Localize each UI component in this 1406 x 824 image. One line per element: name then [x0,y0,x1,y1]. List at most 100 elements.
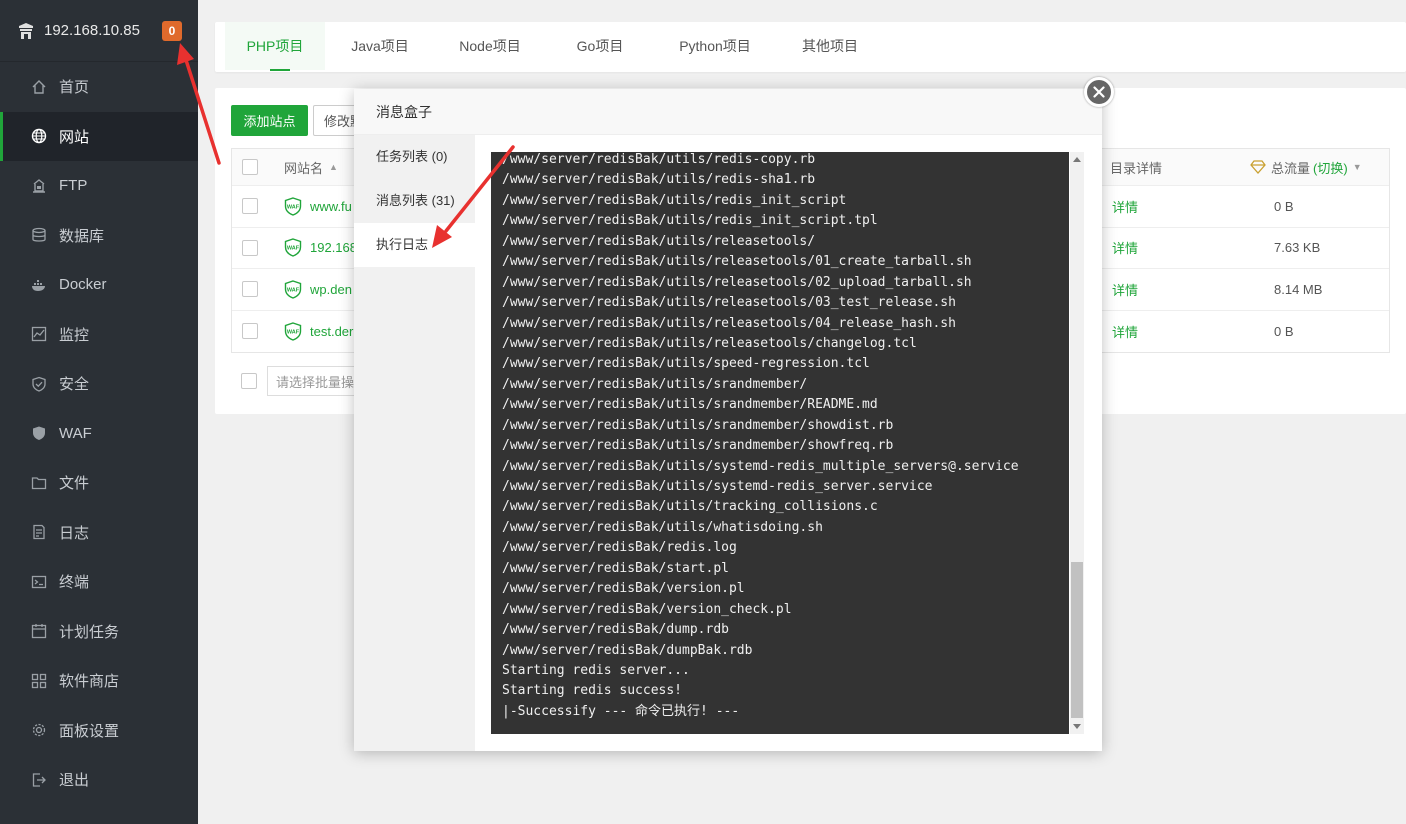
directory-detail-link[interactable]: 详情 [1112,280,1138,299]
server-ip[interactable]: 192.168.10.85 [44,22,140,39]
site-name: test.der [310,323,354,339]
tab-php[interactable]: PHP项目 [225,22,325,71]
batch-operation-bar: 请选择批量操作 [241,366,357,396]
server-logo-icon [19,22,33,39]
sidebar-item-label: 监控 [59,326,90,344]
sidebar-item-logs[interactable]: 日志 [0,508,198,558]
apps-icon [31,673,47,689]
sidebar-item-panel-settings[interactable]: 面板设置 [0,706,198,756]
row-checkbox[interactable] [242,198,258,215]
close-icon [1093,86,1105,98]
home-icon [31,79,47,95]
tab-python[interactable]: Python项目 [665,22,765,70]
waf-shield-icon: WAF [284,280,302,299]
svg-text:WAF: WAF [287,204,300,210]
log-line: |-Successify --- 命令已执行! --- [502,703,740,719]
column-total-traffic[interactable]: 总流量 (切换) ▼ [1250,158,1362,177]
batch-operation-select[interactable]: 请选择批量操作 [267,366,357,396]
site-name-link[interactable]: WAF www.fu [284,197,352,216]
log-line: /www/server/redisBak/utils/srandmember/R… [502,397,878,413]
logout-icon [31,772,47,788]
waf-shield-icon: WAF [284,238,302,257]
log-line: /www/server/redisBak/utils/releasetools/… [502,295,956,311]
waf-shield-icon: WAF [284,197,302,216]
log-line: /www/server/redisBak/utils/releasetools/… [502,274,972,290]
svg-text:WAF: WAF [287,287,300,293]
log-line: /www/server/redisBak/start.pl [502,560,729,576]
project-tabs: PHP项目 Java项目 Node项目 Go项目 Python项目 其他项目 [215,22,1406,72]
tab-go[interactable]: Go项目 [555,22,645,70]
tab-execution-log[interactable]: 执行日志 [354,223,475,267]
column-site-name[interactable]: 网站名 ▲ [284,158,338,177]
sort-desc-icon: ▼ [1352,162,1362,172]
column-directory-detail: 目录详情 [1110,158,1162,177]
log-lines: /www/server/redisBak/utils/redis-copy.rb… [502,152,1019,722]
sidebar: 192.168.10.85 0 首页 网站 FTP 数据库 Docker 监控 … [0,0,198,824]
terminal-icon [31,574,47,590]
batch-select-all-checkbox[interactable] [241,373,257,389]
log-line: /www/server/redisBak/utils/whatisdoing.s… [502,519,823,535]
log-line: Starting redis success! [502,683,683,699]
sidebar-item-label: 网站 [59,128,90,146]
directory-detail-link[interactable]: 详情 [1112,238,1138,257]
select-all-checkbox[interactable] [242,159,258,175]
scroll-thumb[interactable] [1071,562,1083,718]
log-line: /www/server/redisBak/redis.log [502,540,737,556]
sidebar-item-database[interactable]: 数据库 [0,211,198,261]
log-line: /www/server/redisBak/utils/srandmember/s… [502,417,894,433]
directory-detail-link[interactable]: 详情 [1112,197,1138,216]
log-scrollbar[interactable] [1070,152,1084,734]
sidebar-item-waf[interactable]: WAF [0,409,198,459]
sidebar-item-terminal[interactable]: 终端 [0,557,198,607]
site-name-link[interactable]: WAF wp.den [284,280,352,299]
sidebar-item-docker[interactable]: Docker [0,260,198,310]
tab-task-list[interactable]: 任务列表 (0) [354,135,475,179]
sidebar-item-label: 数据库 [59,227,105,245]
svg-text:WAF: WAF [287,246,300,252]
sidebar-item-home[interactable]: 首页 [0,62,198,112]
row-checkbox[interactable] [242,239,258,256]
sidebar-item-files[interactable]: 文件 [0,458,198,508]
sidebar-item-website[interactable]: 网站 [0,111,198,161]
tab-node[interactable]: Node项目 [445,22,535,70]
tab-other[interactable]: 其他项目 [785,22,875,70]
site-name-link[interactable]: WAF 192.168 [284,238,357,257]
scroll-down-icon[interactable] [1073,724,1081,729]
sidebar-item-cron[interactable]: 计划任务 [0,607,198,657]
directory-detail-link[interactable]: 详情 [1112,322,1138,341]
sidebar-item-ftp[interactable]: FTP [0,161,198,211]
site-name-link[interactable]: WAF test.der [284,322,353,341]
log-line: /www/server/redisBak/utils/systemd-redis… [502,479,933,494]
sort-asc-icon: ▲ [329,162,338,172]
column-label: 目录详情 [1110,160,1163,176]
waf-shield-icon: WAF [284,322,302,341]
traffic-value: 0 B [1274,323,1294,339]
log-console[interactable]: /www/server/redisBak/utils/redis-copy.rb… [491,152,1069,734]
log-icon [31,524,47,540]
execution-log-panel: /www/server/redisBak/utils/redis-copy.rb… [475,135,1102,751]
message-count-badge[interactable]: 0 [161,20,182,41]
sidebar-item-app-store[interactable]: 软件商店 [0,656,198,706]
sidebar-item-monitor[interactable]: 监控 [0,310,198,360]
log-line: /www/server/redisBak/utils/srandmember/ [502,376,808,392]
scroll-up-icon[interactable] [1073,157,1081,162]
tab-java[interactable]: Java项目 [335,22,425,70]
sidebar-item-logout[interactable]: 退出 [0,755,198,805]
monitor-icon [31,326,47,342]
svg-text:WAF: WAF [287,329,300,335]
ftp-icon [31,178,47,194]
add-site-button[interactable]: 添加站点 [231,105,308,136]
row-checkbox[interactable] [242,323,258,340]
sidebar-item-security[interactable]: 安全 [0,359,198,409]
sidebar-item-label: 安全 [59,376,90,394]
sidebar-item-label: 面板设置 [59,722,120,740]
database-icon [31,227,47,243]
tab-message-list[interactable]: 消息列表 (31) [354,179,475,223]
waf-icon [31,425,47,441]
row-checkbox[interactable] [242,281,258,298]
sidebar-item-label: 软件商店 [59,673,120,691]
server-header: 192.168.10.85 0 [0,0,198,62]
traffic-switch-link[interactable]: (切换) [1313,158,1348,177]
close-button[interactable] [1084,77,1114,107]
sidebar-item-label: 日志 [59,524,90,542]
